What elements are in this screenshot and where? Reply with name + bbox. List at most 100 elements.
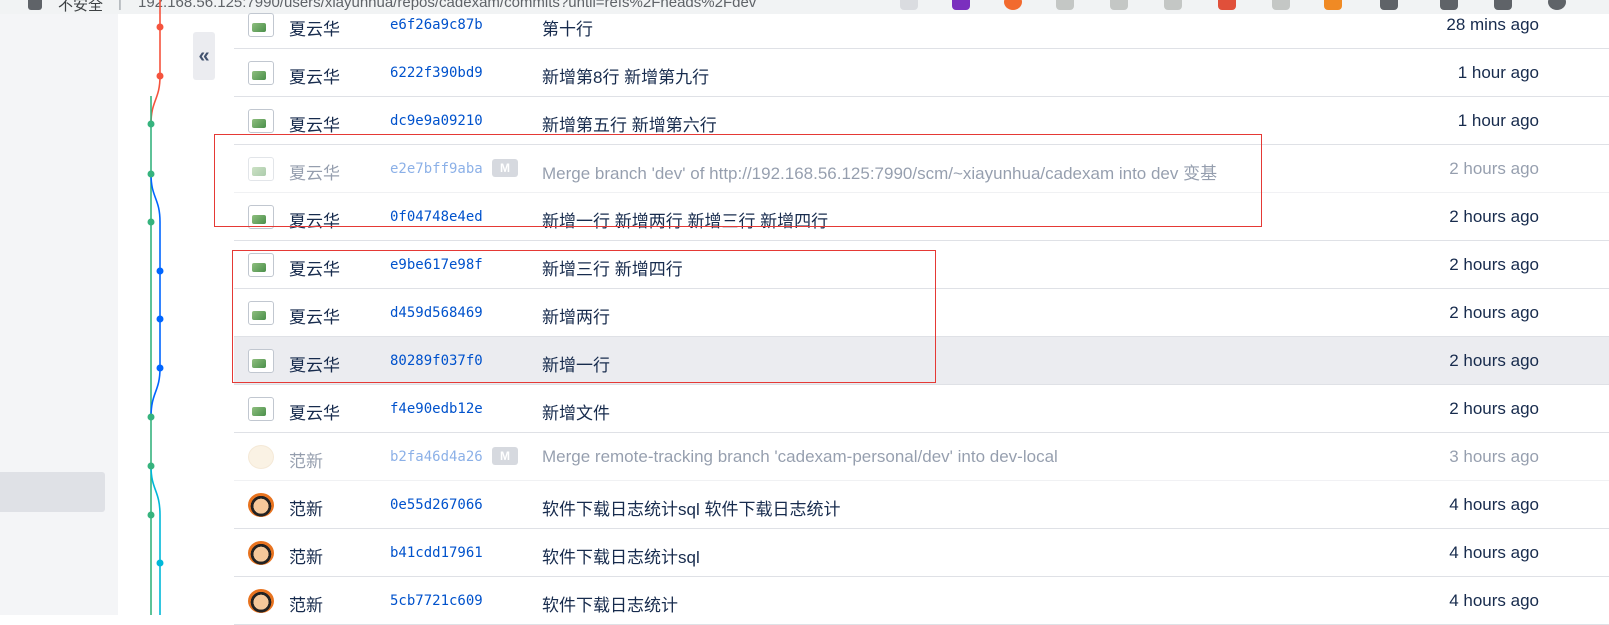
- commit-time: 1 hour ago: [1457, 111, 1539, 130]
- commit-message[interactable]: 新增第五行 新增第六行: [542, 111, 717, 136]
- commit-hash-link[interactable]: e9be617e98f: [390, 257, 483, 273]
- commit-message[interactable]: 软件下载日志统计: [542, 591, 678, 616]
- commit-hash-link[interactable]: dc9e9a09210: [390, 113, 483, 129]
- commit-time: 4 hours ago: [1449, 495, 1539, 514]
- author-avatar[interactable]: [248, 109, 274, 133]
- author-avatar[interactable]: [248, 157, 274, 181]
- collapse-graph-button[interactable]: «: [193, 32, 215, 80]
- author-avatar[interactable]: [248, 493, 274, 517]
- commit-author[interactable]: 范新: [289, 591, 323, 616]
- commit-author[interactable]: 范新: [289, 543, 323, 568]
- sidebar-selected-item[interactable]: [0, 472, 105, 512]
- author-avatar[interactable]: [248, 397, 274, 421]
- commit-row[interactable]: 范新 b2fa46d4a26 M Merge remote-tracking bran…: [234, 433, 1609, 481]
- left-sidebar: [0, 14, 118, 615]
- merge-badge: M: [492, 159, 518, 177]
- commit-hash-link[interactable]: 80289f037f0: [390, 353, 483, 369]
- commit-row[interactable]: 夏云华 f4e90edb12e 新增文件 2 hours ago: [234, 385, 1609, 433]
- graph-branch-red: [150, 0, 161, 125]
- graph-node: [147, 413, 155, 421]
- commit-message[interactable]: Merge branch 'dev' of http://192.168.56.…: [542, 159, 1217, 184]
- commit-author[interactable]: 夏云华: [289, 15, 340, 40]
- commit-author[interactable]: 范新: [289, 495, 323, 520]
- author-avatar[interactable]: [248, 445, 274, 469]
- graph-node: [156, 23, 164, 31]
- commit-message[interactable]: 新增一行: [542, 351, 610, 376]
- commit-message[interactable]: 第十行: [542, 15, 593, 40]
- commit-message[interactable]: 软件下载日志统计sql 软件下载日志统计: [542, 495, 840, 520]
- commit-row[interactable]: 范新 0e55d267066 软件下载日志统计sql 软件下载日志统计 4 hours…: [234, 481, 1609, 529]
- commit-row[interactable]: 夏云华 80289f037f0 新增一行 2 hours ago: [234, 337, 1609, 385]
- merge-badge: M: [492, 447, 518, 465]
- commit-message[interactable]: 新增第8行 新增第九行: [542, 63, 709, 88]
- commit-row[interactable]: 夏云华 d459d568469 新增两行 2 hours ago: [234, 289, 1609, 337]
- insecure-warning-icon[interactable]: [28, 0, 42, 10]
- insecure-label[interactable]: 不安全: [58, 0, 103, 14]
- commit-row[interactable]: 夏云华 6222f390bd9 新增第8行 新增第九行 1 hour ago: [234, 49, 1609, 97]
- commit-author[interactable]: 夏云华: [289, 159, 340, 184]
- commit-time: 2 hours ago: [1449, 351, 1539, 370]
- commit-hash-link[interactable]: e2e7bff9aba: [390, 161, 483, 177]
- graph-node: [147, 170, 155, 178]
- commit-author[interactable]: 夏云华: [289, 399, 340, 424]
- graph-node: [156, 559, 164, 567]
- commit-row[interactable]: 范新 5cb7721c609 软件下载日志统计 4 hours ago: [234, 577, 1609, 625]
- commit-message[interactable]: 软件下载日志统计sql: [542, 543, 700, 568]
- graph-node: [156, 364, 164, 372]
- graph-node: [156, 315, 164, 323]
- graph-node: [156, 72, 164, 80]
- commit-message[interactable]: 新增两行: [542, 303, 610, 328]
- commit-row[interactable]: 夏云华 0f04748e4ed 新增一行 新增两行 新增三行 新增四行 2 hours…: [234, 193, 1609, 241]
- commit-hash-link[interactable]: f4e90edb12e: [390, 401, 483, 417]
- commit-graph: [147, 0, 164, 615]
- graph-node: [147, 462, 155, 470]
- commit-hash-link[interactable]: 0f04748e4ed: [390, 209, 483, 225]
- commit-time: 2 hours ago: [1449, 303, 1539, 322]
- commit-row[interactable]: 夏云华 dc9e9a09210 新增第五行 新增第六行 1 hour ago: [234, 97, 1609, 145]
- commit-author[interactable]: 夏云华: [289, 255, 340, 280]
- commit-time: 28 mins ago: [1446, 15, 1539, 34]
- author-avatar[interactable]: [248, 541, 274, 565]
- commit-time: 3 hours ago: [1449, 447, 1539, 466]
- commit-message[interactable]: Merge remote-tracking branch 'cadexam-pe…: [542, 447, 1058, 467]
- commit-hash-link[interactable]: b2fa46d4a26: [390, 449, 483, 465]
- commit-hash-link[interactable]: b41cdd17961: [390, 545, 483, 561]
- commit-message[interactable]: 新增一行 新增两行 新增三行 新增四行: [542, 207, 828, 232]
- author-avatar[interactable]: [248, 13, 274, 37]
- author-avatar[interactable]: [248, 349, 274, 373]
- graph-branch-blue: [150, 173, 161, 418]
- author-avatar[interactable]: [248, 589, 274, 613]
- commit-row[interactable]: 夏云华 e6f26a9c87b 第十行 28 mins ago: [234, 1, 1609, 49]
- commit-author[interactable]: 夏云华: [289, 111, 340, 136]
- commit-hash-link[interactable]: 6222f390bd9: [390, 65, 483, 81]
- commit-time: 2 hours ago: [1449, 207, 1539, 226]
- commit-hash-link[interactable]: d459d568469: [390, 305, 483, 321]
- commit-time: 2 hours ago: [1449, 255, 1539, 274]
- commit-author[interactable]: 夏云华: [289, 303, 340, 328]
- commit-hash-link[interactable]: 5cb7721c609: [390, 593, 483, 609]
- commit-author[interactable]: 范新: [289, 447, 323, 472]
- graph-node: [147, 120, 155, 128]
- graph-node: [147, 511, 155, 519]
- author-avatar[interactable]: [248, 61, 274, 85]
- commit-author[interactable]: 夏云华: [289, 351, 340, 376]
- commit-row[interactable]: 夏云华 e2e7bff9aba M Merge branch 'dev' of htt…: [234, 145, 1609, 193]
- commit-message[interactable]: 新增三行 新增四行: [542, 255, 683, 280]
- commit-row[interactable]: 夏云华 e9be617e98f 新增三行 新增四行 2 hours ago: [234, 241, 1609, 289]
- author-avatar[interactable]: [248, 205, 274, 229]
- commit-hash-link[interactable]: e6f26a9c87b: [390, 17, 483, 33]
- commit-time: 2 hours ago: [1449, 399, 1539, 418]
- commit-author[interactable]: 夏云华: [289, 63, 340, 88]
- author-avatar[interactable]: [248, 301, 274, 325]
- commit-time: 2 hours ago: [1449, 159, 1539, 178]
- graph-node: [147, 218, 155, 226]
- graph-branch-cyan: [150, 465, 161, 615]
- commit-time: 1 hour ago: [1457, 63, 1539, 82]
- graph-node: [156, 267, 164, 275]
- commit-author[interactable]: 夏云华: [289, 207, 340, 232]
- author-avatar[interactable]: [248, 253, 274, 277]
- commit-time: 4 hours ago: [1449, 543, 1539, 562]
- commit-hash-link[interactable]: 0e55d267066: [390, 497, 483, 513]
- commit-message[interactable]: 新增文件: [542, 399, 610, 424]
- commit-row[interactable]: 范新 b41cdd17961 软件下载日志统计sql 4 hours ago: [234, 529, 1609, 577]
